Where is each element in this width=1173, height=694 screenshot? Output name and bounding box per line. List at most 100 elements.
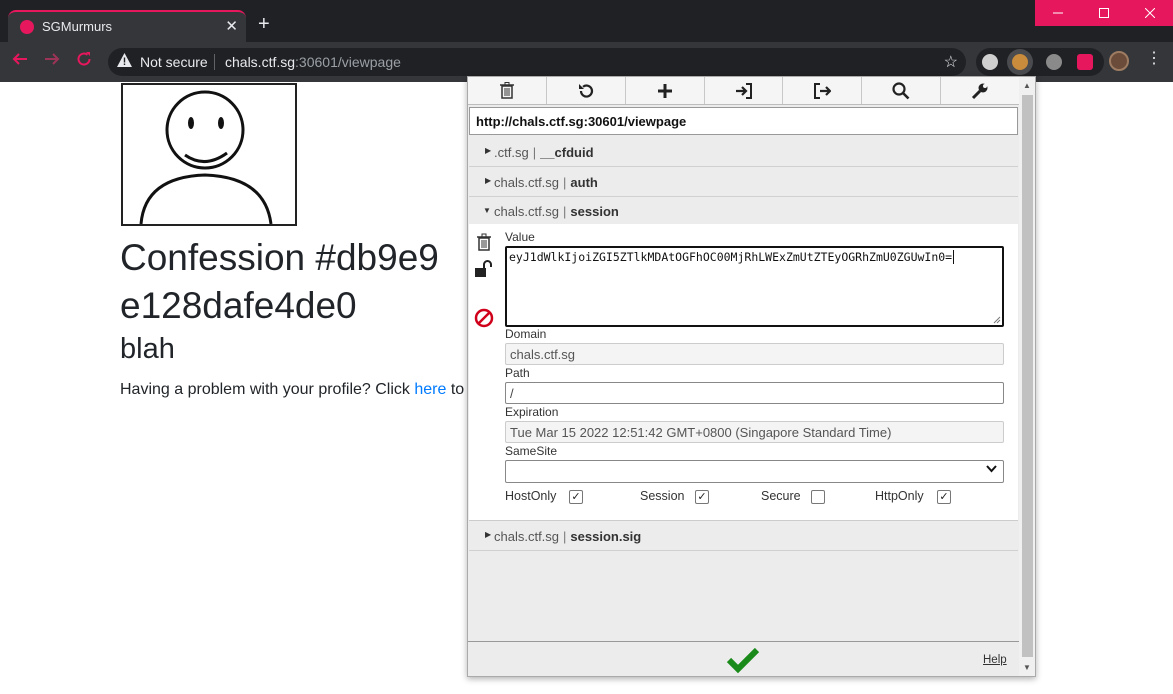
- httponly-checkbox[interactable]: ✓: [937, 490, 951, 504]
- page-title: Confession #db9e9 e128dafe4de0: [120, 234, 480, 330]
- cookie-row-auth[interactable]: ▶ chals.ctf.sg | auth: [469, 167, 1018, 197]
- extensions-area: [976, 48, 1104, 76]
- domain-field[interactable]: chals.ctf.sg: [505, 343, 1004, 365]
- expiration-label: Expiration: [505, 405, 559, 419]
- collapse-arrow-icon: ▼: [483, 206, 491, 215]
- help-link[interactable]: Help: [983, 654, 1007, 666]
- text-cursor: [953, 250, 955, 264]
- profile-avatar[interactable]: [1109, 51, 1129, 71]
- more-menu-icon[interactable]: ⋮: [1146, 51, 1162, 67]
- popup-scrollbar[interactable]: ▲ ▼: [1019, 77, 1035, 676]
- cookie-name: session.sig: [570, 529, 642, 544]
- cookie-row-session-sig[interactable]: ▶ chals.ctf.sg | session.sig: [469, 521, 1018, 551]
- cookie-session-header[interactable]: ▼ chals.ctf.sg | session: [469, 198, 1018, 224]
- search-button[interactable]: [862, 77, 942, 104]
- cookie-domain: chals.ctf.sg: [494, 175, 560, 190]
- cookie-row-cfduid[interactable]: ▶ .ctf.sg | __cfduid: [469, 137, 1018, 167]
- new-tab-button[interactable]: +: [258, 14, 270, 34]
- warning-icon[interactable]: [117, 53, 132, 70]
- expiration-field[interactable]: Tue Mar 15 2022 12:51:42 GMT+0800 (Singa…: [505, 421, 1004, 443]
- puzzle-icon[interactable]: [1077, 54, 1093, 70]
- cookie-value-textarea[interactable]: eyJ1dWlkIjoiZGI5ZTlkMDAtOGFhOC00MjRhLWEx…: [505, 246, 1004, 327]
- smiley-drawing: [139, 90, 273, 225]
- back-arrow-icon[interactable]: [12, 51, 28, 71]
- cookie-icon[interactable]: [1012, 54, 1028, 70]
- cookie-editor-popup: http://chals.ctf.sg:30601/viewpage ▶ .ct…: [467, 76, 1036, 677]
- expand-arrow-icon: ▶: [485, 176, 492, 185]
- extension-gear-icon[interactable]: [1046, 54, 1062, 70]
- cookie-editor-toolbar: [468, 77, 1019, 105]
- chevron-down-icon: [986, 464, 997, 476]
- security-status[interactable]: Not secure: [140, 54, 208, 70]
- domain-label: Domain: [505, 327, 547, 341]
- cookie-domain: chals.ctf.sg: [494, 529, 560, 544]
- minimize-icon: [1053, 12, 1063, 14]
- address-separator: [214, 54, 215, 70]
- save-button[interactable]: [726, 646, 760, 676]
- scroll-thumb[interactable]: [1022, 95, 1033, 657]
- hostonly-checkbox[interactable]: ✓: [569, 490, 583, 504]
- page-title-line-2: e128dafe4de0: [120, 285, 357, 326]
- samesite-select[interactable]: [505, 460, 1004, 483]
- delete-all-button[interactable]: [468, 77, 547, 104]
- browser-tab[interactable]: SGMurmurs ✕: [8, 10, 246, 42]
- window-minimize-button[interactable]: [1035, 0, 1081, 26]
- hostonly-label: HostOnly: [505, 489, 557, 503]
- browser-tab-bar: SGMurmurs ✕ +: [0, 0, 1173, 42]
- samesite-label: SameSite: [505, 444, 558, 458]
- tab-close-icon[interactable]: ✕: [225, 17, 238, 35]
- close-icon: [1145, 8, 1155, 18]
- session-checkbox[interactable]: ✓: [695, 490, 709, 504]
- protect-cookie-button[interactable]: [474, 259, 494, 279]
- block-cookie-button[interactable]: [474, 308, 494, 328]
- scroll-up-arrow-icon[interactable]: ▲: [1023, 81, 1031, 90]
- add-cookie-button[interactable]: [626, 77, 705, 104]
- wrench-icon: [972, 83, 988, 99]
- cookie-label: chals.ctf.sg | session: [494, 204, 619, 219]
- undo-icon: [578, 83, 593, 98]
- value-label: Value: [505, 230, 535, 244]
- plus-icon: [657, 83, 672, 98]
- reload-icon[interactable]: [76, 51, 92, 71]
- secure-checkbox[interactable]: [811, 490, 825, 504]
- import-button[interactable]: [705, 77, 784, 104]
- import-icon: [735, 82, 752, 99]
- export-icon: [814, 82, 832, 99]
- cookie-label: chals.ctf.sg | session.sig: [494, 529, 641, 544]
- help-link[interactable]: here: [414, 381, 446, 398]
- window-close-button[interactable]: [1127, 0, 1173, 26]
- cookie-url-field[interactable]: http://chals.ctf.sg:30601/viewpage: [469, 107, 1018, 135]
- trash-icon: [477, 233, 491, 251]
- tab-title: SGMurmurs: [42, 19, 113, 34]
- page-title-line-1: Confession #db9e9: [120, 237, 439, 278]
- cookie-separator: |: [563, 175, 567, 190]
- options-button[interactable]: [941, 77, 1019, 104]
- secure-label: Secure: [761, 489, 801, 503]
- path-label: Path: [505, 366, 530, 380]
- window-maximize-button[interactable]: [1081, 0, 1127, 26]
- delete-cookie-button[interactable]: [474, 232, 494, 252]
- page-subtitle: blah: [120, 333, 175, 365]
- extension-globe-icon[interactable]: [982, 54, 998, 70]
- search-icon: [892, 81, 910, 99]
- export-button[interactable]: [783, 77, 863, 104]
- expand-arrow-icon: ▶: [485, 530, 492, 539]
- resize-grip-icon[interactable]: [993, 316, 1001, 324]
- scroll-down-arrow-icon[interactable]: ▼: [1023, 663, 1031, 672]
- url-text[interactable]: chals.ctf.sg:30601/viewpage: [225, 54, 401, 70]
- cookie-domain: chals.ctf.sg: [494, 204, 560, 219]
- forward-arrow-icon[interactable]: [44, 51, 60, 71]
- reset-button[interactable]: [547, 77, 626, 104]
- path-field[interactable]: /: [505, 382, 1004, 404]
- expand-arrow-icon: ▶: [485, 146, 492, 155]
- checkmark-icon: [726, 647, 760, 674]
- cookie-separator: |: [532, 145, 537, 160]
- address-bar[interactable]: Not secure chals.ctf.sg:30601/viewpage ☆: [108, 48, 966, 76]
- url-path: :30601/viewpage: [295, 54, 401, 70]
- help-text-suffix: to: [446, 381, 465, 398]
- httponly-label: HttpOnly: [875, 489, 924, 503]
- trash-icon: [499, 82, 514, 99]
- cookie-separator: |: [563, 204, 567, 219]
- no-entry-icon: [474, 308, 494, 328]
- bookmark-star-icon[interactable]: ☆: [944, 52, 958, 72]
